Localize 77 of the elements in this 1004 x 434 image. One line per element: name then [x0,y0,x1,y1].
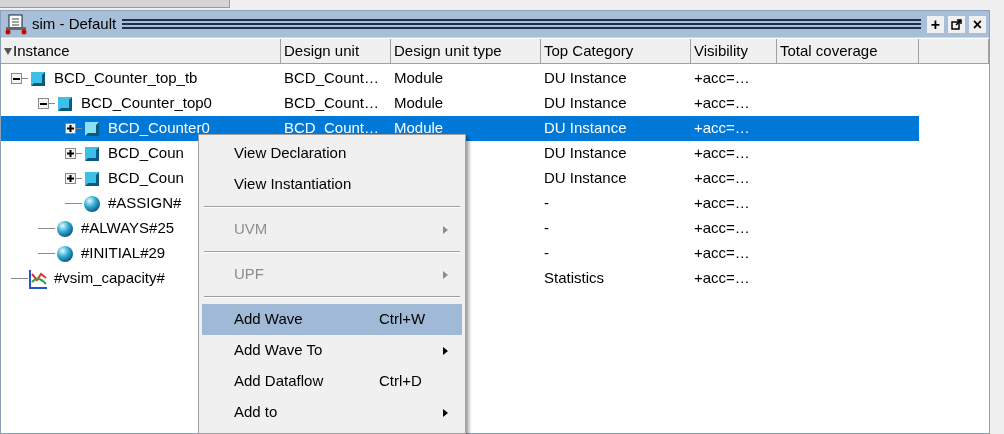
menu-item[interactable]: Add Dataflow Ctrl+D [202,366,462,397]
table-cell: +acc=… [694,219,750,237]
sphere-icon [55,243,75,264]
menu-label: UPF [234,264,265,285]
column-header[interactable]: Design unit type [391,39,541,63]
instance-name: #ASSIGN# [108,193,182,214]
table-cell: - [544,194,549,212]
shortcut-label: Ctrl+D [379,371,422,392]
table-cell: DU Instance [544,169,627,187]
column-label: Instance [13,40,70,61]
table-cell: +acc=… [694,269,750,287]
column-header[interactable]: Total coverage [777,39,919,63]
menu-label: Add Dataflow [234,371,325,392]
instance-name: BCD_Coun [108,143,184,164]
tree-row[interactable]: BCD_Counter0 BCD_Count… Module DU Instance +acc=… [1,116,919,141]
menu-label: Add Wave To [234,340,324,361]
collapse-toggle[interactable] [38,98,49,109]
column-header[interactable]: Design unit [281,39,391,63]
menu-item[interactable]: Add to [202,397,462,428]
submenu-arrow-icon [443,408,448,417]
table-cell: +acc=… [694,144,750,162]
chart-icon [28,268,48,289]
instance-name: #vsim_capacity# [54,268,165,289]
table-cell: +acc=… [694,69,750,87]
menu-label: View Declaration [234,143,348,164]
instance-name: BCD_Counter_top0 [81,93,212,114]
table-cell: Module [394,94,444,112]
window-title: sim - Default [32,13,117,34]
instance-name: #ALWAYS#25 [81,218,175,239]
instance-name: #INITIAL#29 [81,243,166,264]
column-header[interactable]: Instance [1,39,281,63]
menu-label: Add to [234,402,279,423]
close-button[interactable]: × [969,15,986,33]
submenu-arrow-icon [443,270,448,279]
expand-toggle[interactable] [65,173,76,184]
instance-name: BCD_Coun [108,168,184,189]
submenu-arrow-icon [443,346,448,355]
instance-name: BCD_Counter_top_tb [54,68,198,89]
menu-item[interactable]: Add Wave Ctrl+W [202,304,462,335]
menu-item[interactable]: View Declaration [202,138,462,169]
sphere-icon [55,218,75,239]
column-header[interactable]: Top Category [541,39,691,63]
undock-button[interactable] [948,15,965,33]
table-cell: BCD_Count… [284,119,380,137]
expand-toggle[interactable] [65,123,76,134]
table-cell: Statistics [544,269,604,287]
table-cell: DU Instance [544,119,627,137]
table-cell: +acc=… [694,169,750,187]
table-cell: DU Instance [544,144,627,162]
shortcut-label: Ctrl+W [379,309,426,330]
table-cell: BCD_Count… [284,94,380,112]
instance-name: BCD_Counter0 [108,118,210,139]
stamp-icon [4,13,28,35]
menu-item[interactable]: Add Wave To [202,335,462,366]
tree-row[interactable]: BCD_Counter_top0 BCD_Count… Module DU Instance +acc=… [1,91,919,116]
menu-label: Add Wave [234,309,304,330]
table-cell: DU Instance [544,69,627,87]
table-cell: +acc=… [694,119,750,137]
table-cell: Module [394,69,444,87]
table-cell: +acc=… [694,244,750,262]
menu-label: UVM [234,219,269,240]
table-cell: +acc=… [694,194,750,212]
table-cell: BCD_Count… [284,69,380,87]
submenu-arrow-icon [443,225,448,234]
expand-toggle[interactable] [65,148,76,159]
sphere-icon [82,193,102,214]
table-cell: - [544,219,549,237]
dock-button[interactable]: + [927,15,944,33]
filter-icon[interactable] [4,47,12,55]
undock-icon [951,18,962,30]
table-cell: DU Instance [544,94,627,112]
table-cell: Module [394,119,444,137]
table-cell: - [544,244,549,262]
table-cell: +acc=… [694,94,750,112]
column-header[interactable]: Visibility [691,39,777,63]
tree-row[interactable]: BCD_Counter_top_tb BCD_Count… Module DU Instance +acc=… [1,66,919,91]
collapse-toggle[interactable] [11,73,22,84]
